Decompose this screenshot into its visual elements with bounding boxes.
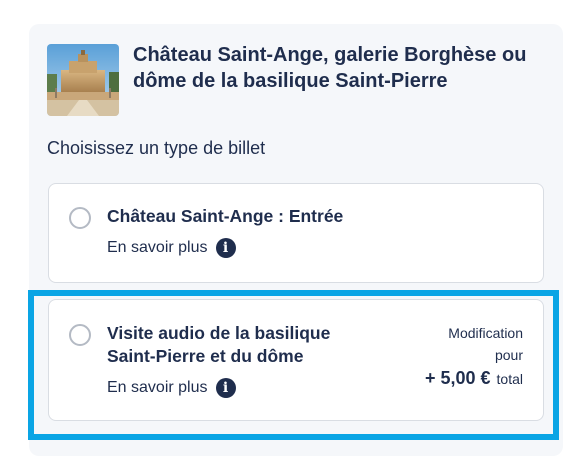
ticket-option-title: Visite audio de la basilique Saint-Pierr… [107, 323, 331, 366]
learn-more-label: En savoir plus [107, 239, 208, 256]
price-amount: + 5,00 € [424, 368, 491, 388]
info-icon[interactable]: i [215, 378, 236, 398]
info-icon[interactable]: i [215, 238, 236, 258]
radio-unselected-icon[interactable] [69, 207, 91, 229]
price-unit: total [496, 371, 523, 387]
radio-unselected-icon[interactable] [69, 324, 91, 346]
learn-more-label: En savoir plus [107, 379, 208, 396]
ticket-option-castle-entry[interactable]: Château Saint-Ange : Entrée En savoir pl… [48, 183, 544, 283]
attraction-title: Château Saint-Ange, galerie Borghèse ou … [133, 44, 527, 92]
price-info: Modification pour + 5,00 € total [423, 322, 523, 389]
learn-more-link[interactable]: En savoir plus i [107, 238, 236, 258]
ticket-type-prompt: Choisissez un type de billet [47, 138, 266, 158]
price-note: Modification pour [448, 325, 523, 363]
ticket-option-basilica-audio[interactable]: Visite audio de la basilique Saint-Pierr… [48, 299, 544, 421]
learn-more-link[interactable]: En savoir plus i [107, 378, 236, 398]
attraction-thumbnail [47, 44, 119, 116]
ticket-option-title: Château Saint-Ange : Entrée [107, 206, 344, 226]
price-line: + 5,00 € total [423, 368, 523, 389]
ticket-selection-panel: Château Saint-Ange, galerie Borghèse ou … [29, 24, 563, 456]
